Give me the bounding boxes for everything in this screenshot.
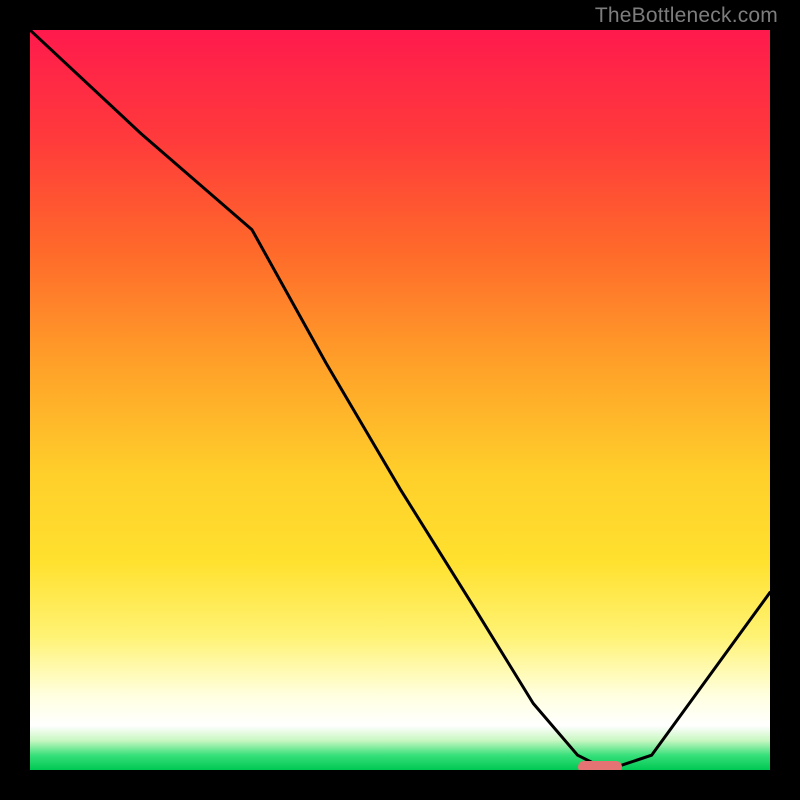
optimal-marker xyxy=(578,761,622,770)
bottleneck-curve xyxy=(30,30,770,770)
chart-frame: TheBottleneck.com xyxy=(0,0,800,800)
plot-area xyxy=(30,30,770,770)
watermark-text: TheBottleneck.com xyxy=(595,4,778,28)
